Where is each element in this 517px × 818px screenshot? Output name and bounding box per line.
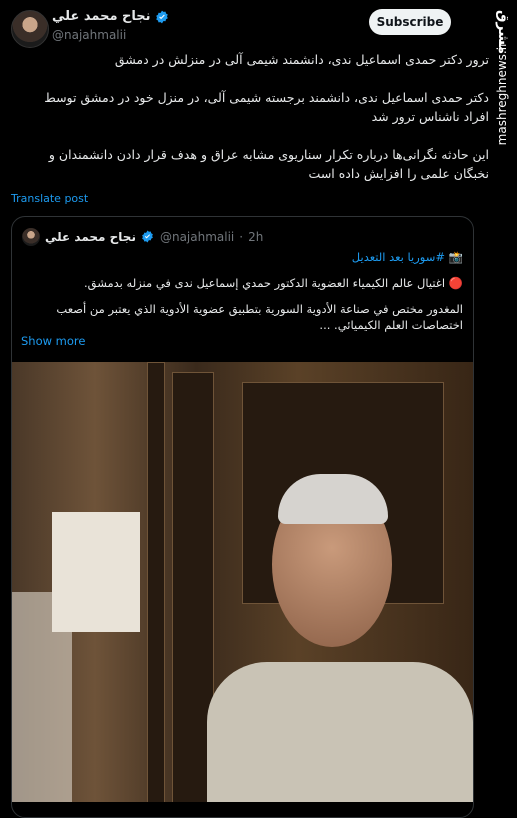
verified-badge-icon xyxy=(141,230,155,244)
tweet-paragraph: ترور دکتر حمدی اسماعیل ندی، دانشمند شیمی… xyxy=(114,52,489,67)
separator-dot: · xyxy=(239,230,244,244)
author-name-row[interactable]: نجاح محمد علي xyxy=(52,9,169,24)
tweet-paragraph: این حادثه نگرانی‌ها درباره تکرار سناریوی… xyxy=(48,147,489,181)
window-light xyxy=(12,592,72,802)
quoted-author-handle[interactable]: @najahmalii xyxy=(160,230,234,244)
wood-panel xyxy=(147,362,165,802)
quoted-header: نجاح محمد علي @najahmalii · 2h xyxy=(22,228,263,246)
show-more-link[interactable]: Show more xyxy=(21,334,85,348)
quoted-line: المغدور مختص في صناعة الأدوية السورية بت… xyxy=(56,302,463,332)
tweet-text: ترور دکتر حمدی اسماعیل ندی، دانشمند شیمی… xyxy=(19,50,489,202)
quoted-time[interactable]: 2h xyxy=(248,230,263,244)
quoted-hashtag-line[interactable]: 📸 #سوريا بعد التعديل xyxy=(22,249,463,265)
quoted-text: 📸 #سوريا بعد التعديل 🔴 اغتيال عالم الكيم… xyxy=(22,249,463,343)
verified-badge-icon xyxy=(155,10,169,24)
quoted-line: 🔴 اغتيال عالم الكيمياء العضوية الدكتور ح… xyxy=(83,276,463,290)
quoted-photo[interactable] xyxy=(12,362,473,802)
quoted-author-name[interactable]: نجاح محمد علي xyxy=(45,230,136,244)
translate-post-link[interactable]: Translate post xyxy=(11,192,88,205)
quoted-avatar[interactable] xyxy=(22,228,40,246)
quoted-tweet[interactable]: نجاح محمد علي @najahmalii · 2h 📸 #سوريا … xyxy=(11,216,474,818)
author-avatar[interactable] xyxy=(11,10,49,48)
author-name[interactable]: نجاح محمد علي xyxy=(52,9,151,24)
person-jacket xyxy=(207,662,473,802)
watermark-url: mashreghnews.ir xyxy=(495,42,509,146)
tweet-paragraph: دکتر حمدی اسماعیل ندی، دانشمند برجسته شی… xyxy=(44,90,489,124)
author-handle[interactable]: @najahmalii xyxy=(52,28,126,42)
subscribe-button[interactable]: Subscribe xyxy=(369,9,451,35)
